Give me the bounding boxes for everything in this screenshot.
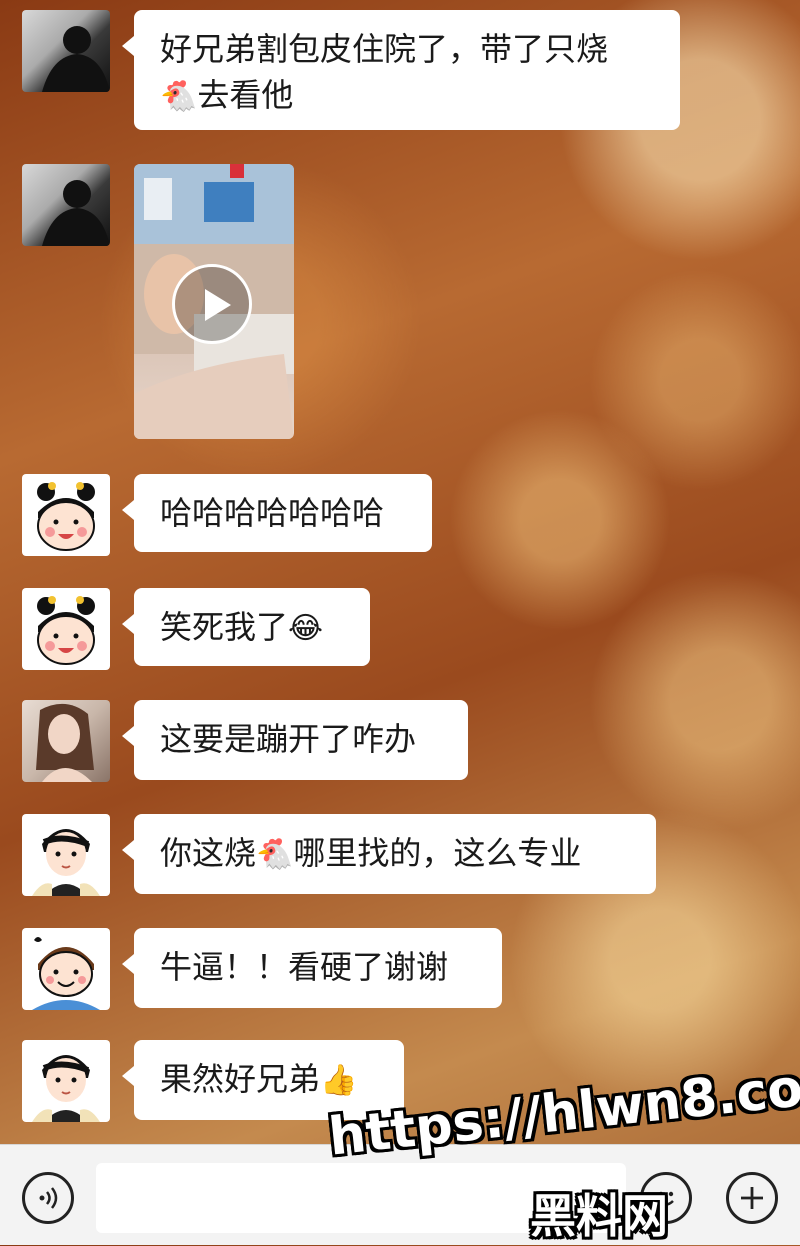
plus-sign-icon [741,1187,763,1209]
laughing-emoji-icon: 😂 [288,611,324,646]
voice-icon[interactable] [22,1172,74,1224]
message-text: 牛逼！！看硬了谢谢 [160,948,449,986]
avatar[interactable] [22,10,110,92]
message-bubble[interactable]: 牛逼！！看硬了谢谢 [122,928,502,1008]
cartoon-girl-avatar-icon [37,482,95,551]
cartoon-boy-avatar-icon [32,829,100,896]
cartoon-kid-avatar-icon [32,937,100,1010]
avatar[interactable] [22,164,110,246]
silhouette-avatar-icon [42,26,110,92]
message-text: 果然好兄弟 [160,1060,321,1098]
message-text: 哪里找的，这么专业 [293,834,582,872]
cartoon-girl-avatar-icon [37,596,95,665]
message-text: 你这烧 [160,834,257,872]
message-bubble[interactable]: 哈哈哈哈哈哈哈 [122,474,432,552]
watermark-name: 黑料网 [530,1189,668,1243]
message-text: 这要是蹦开了咋办 [160,720,417,758]
voice-waves-icon [39,1187,58,1209]
avatar[interactable] [22,1040,110,1122]
avatar[interactable] [22,928,110,1010]
chicken-emoji-icon: 🐔 [256,837,294,872]
video-message-thumbnail[interactable] [134,164,294,439]
avatar[interactable] [22,700,110,782]
message-bubble[interactable]: 好兄弟割包皮住院了，带了只烧 🐔去看他 [122,10,680,130]
silhouette-avatar-icon [42,180,110,246]
message-text: 笑死我了 [160,608,289,646]
thumbs-up-emoji-icon: 👍 [320,1063,358,1098]
avatar[interactable] [22,814,110,896]
message-text-line: 好兄弟割包皮住院了，带了只烧 [160,30,609,68]
message-text-line: 🐔去看他 [160,72,654,120]
play-icon[interactable] [172,264,252,344]
avatar[interactable] [22,588,110,670]
chicken-emoji-icon: 🐔 [160,79,198,114]
message-bubble[interactable]: 这要是蹦开了咋办 [122,700,468,780]
avatar[interactable] [22,474,110,556]
cartoon-boy-avatar-icon [32,1055,100,1122]
plus-icon[interactable] [726,1172,778,1224]
woman-photo-avatar-icon [36,703,94,782]
message-text: 哈哈哈哈哈哈哈 [160,494,385,532]
message-bubble[interactable]: 笑死我了😂 [122,588,370,666]
message-bubble[interactable]: 你这烧🐔哪里找的，这么专业 [122,814,656,894]
